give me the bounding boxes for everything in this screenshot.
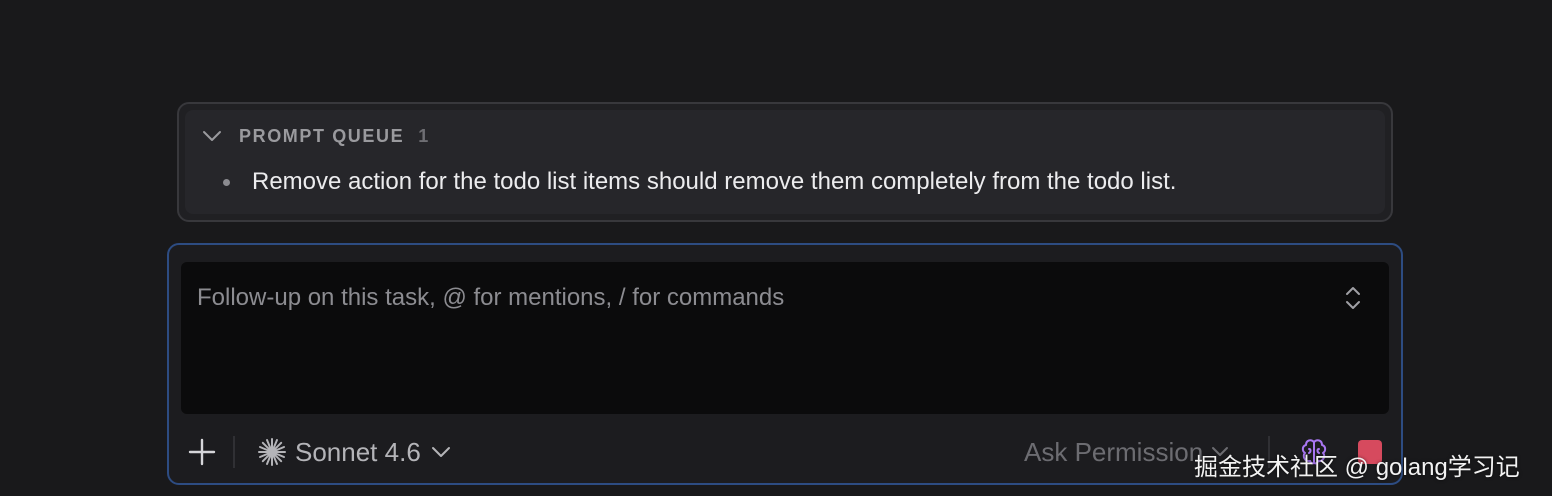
sparkle-icon bbox=[258, 438, 286, 466]
chevron-down-icon[interactable] bbox=[201, 125, 223, 147]
bullet-icon bbox=[223, 178, 230, 186]
model-label: Sonnet 4.6 bbox=[295, 436, 421, 467]
page: PROMPT QUEUE 1 Remove action for the tod… bbox=[0, 0, 1552, 496]
follow-up-input[interactable] bbox=[181, 262, 1389, 414]
permission-label: Ask Permission bbox=[1024, 436, 1204, 467]
toolbar-divider bbox=[233, 436, 235, 468]
expand-collapse-icon[interactable] bbox=[1341, 284, 1365, 312]
prompt-queue-header: PROMPT QUEUE 1 bbox=[201, 124, 428, 148]
follow-up-input-area bbox=[181, 262, 1389, 414]
plus-icon bbox=[188, 438, 216, 466]
prompt-queue-panel: PROMPT QUEUE 1 Remove action for the tod… bbox=[177, 102, 1393, 222]
prompt-queue-count: 1 bbox=[418, 125, 429, 146]
add-attachment-button[interactable] bbox=[187, 437, 217, 467]
watermark-text: 掘金技术社区 @ golang学习记 bbox=[1194, 454, 1520, 481]
model-selector-button[interactable]: Sonnet 4.6 bbox=[257, 435, 451, 469]
prompt-queue-title: PROMPT QUEUE bbox=[239, 125, 405, 146]
prompt-queue-inner: PROMPT QUEUE 1 Remove action for the tod… bbox=[185, 110, 1385, 214]
queued-prompt-item[interactable]: Remove action for the todo list items sh… bbox=[223, 168, 1176, 196]
chevron-down-icon bbox=[431, 447, 450, 457]
queued-prompt-text: Remove action for the todo list items sh… bbox=[252, 168, 1177, 195]
